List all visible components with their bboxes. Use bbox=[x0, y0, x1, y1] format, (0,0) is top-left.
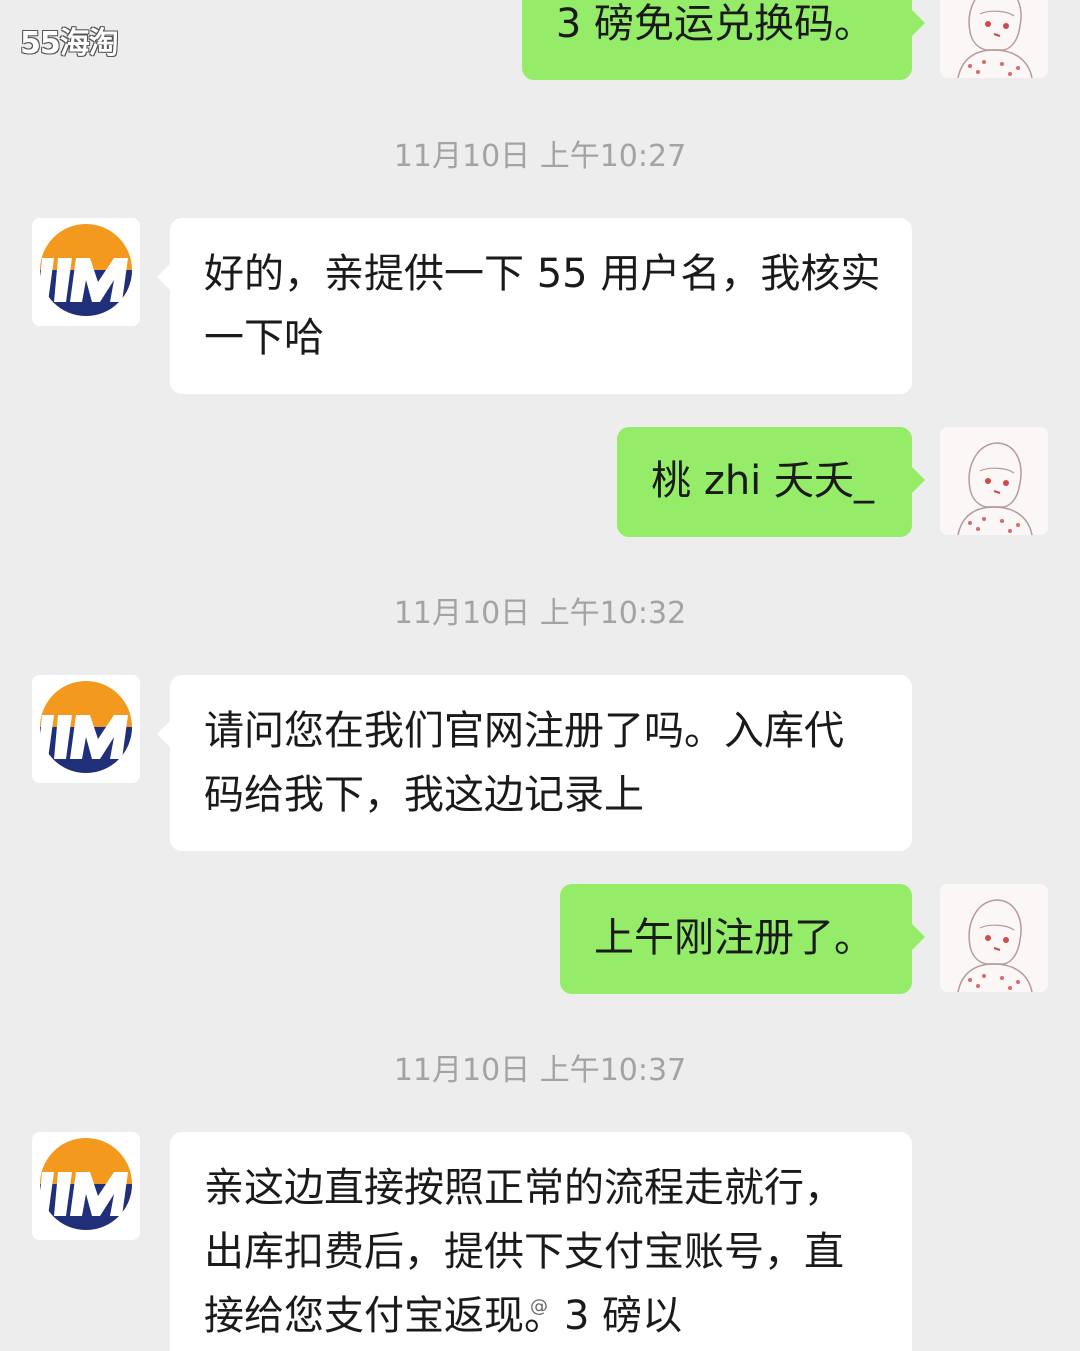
user-avatar[interactable] bbox=[940, 0, 1048, 78]
user-portrait-icon bbox=[940, 427, 1048, 535]
tm-logo-icon bbox=[32, 675, 140, 783]
service-avatar[interactable] bbox=[32, 675, 140, 783]
service-avatar[interactable] bbox=[32, 1132, 140, 1240]
timestamp: 11月10日 上午10:32 bbox=[393, 596, 687, 631]
incoming-message-bubble[interactable]: 请问您在我们官网注册了吗。入库代码给我下，我这边记录上 bbox=[157, 675, 912, 851]
message-text: 桃 zhi 夭夭_ bbox=[651, 458, 874, 504]
user-portrait-icon bbox=[940, 884, 1048, 992]
service-avatar[interactable] bbox=[32, 218, 140, 326]
outgoing-message-bubble[interactable]: 上午刚注册了。 bbox=[560, 884, 925, 994]
incoming-message-bubble[interactable]: 亲这边直接按照正常的流程走就行，出库扣费后，提供下支付宝账号，直接给您支付宝返现… bbox=[170, 1132, 912, 1351]
outgoing-message-bubble[interactable]: 3 磅免运兑换码。 bbox=[521, 0, 926, 80]
tm-logo-icon bbox=[32, 218, 140, 326]
message-text: 3 磅免运兑换码。 bbox=[555, 1, 874, 47]
message-text: 上午刚注册了。 bbox=[594, 915, 874, 961]
watermark-55haitao: 55海淘 bbox=[20, 26, 119, 61]
tm-logo-icon bbox=[32, 1132, 140, 1240]
outgoing-message-bubble[interactable]: 桃 zhi 夭夭_ bbox=[617, 427, 925, 537]
user-avatar[interactable] bbox=[940, 884, 1048, 992]
timestamp: 11月10日 上午10:37 bbox=[393, 1053, 687, 1088]
user-portrait-icon bbox=[940, 0, 1048, 78]
user-avatar[interactable] bbox=[940, 427, 1048, 535]
watermark-at-mark: @ bbox=[530, 1296, 548, 1317]
timestamp: 11月10日 上午10:27 bbox=[393, 139, 687, 174]
message-text: 请问您在我们官网注册了吗。入库代码给我下，我这边记录上 bbox=[204, 708, 844, 818]
message-text: 好的，亲提供一下 55 用户名，我核实一下哈 bbox=[204, 251, 881, 361]
message-text: 亲这边直接按照正常的流程走就行，出库扣费后，提供下支付宝账号，直接给您支付宝返现… bbox=[204, 1165, 844, 1339]
incoming-message-bubble[interactable]: 好的，亲提供一下 55 用户名，我核实一下哈 bbox=[157, 218, 912, 394]
